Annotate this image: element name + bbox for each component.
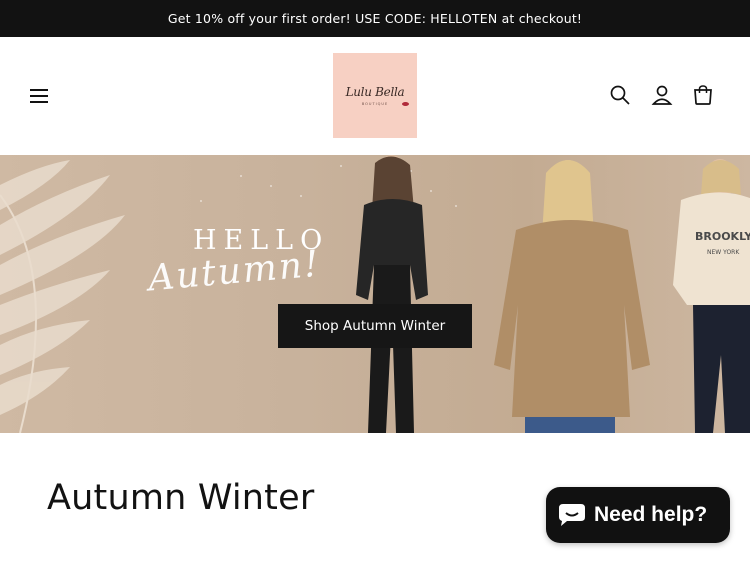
site-header: Lulu Bella BOUTIQUE — [0, 37, 750, 155]
cart-icon[interactable] — [692, 84, 714, 106]
model-black-outfit — [356, 155, 428, 433]
sweatshirt-text: BROOKLYN — [695, 230, 750, 243]
announcement-bar: Get 10% off your first order! USE CODE: … — [0, 0, 750, 37]
chat-bubble-icon — [558, 503, 586, 531]
site-logo[interactable]: Lulu Bella BOUTIQUE — [333, 53, 417, 138]
logo-subtitle: BOUTIQUE — [361, 102, 389, 106]
model-tan-top — [494, 160, 650, 433]
account-icon[interactable] — [651, 84, 673, 106]
search-icon[interactable] — [609, 84, 631, 106]
need-help-chat-button[interactable]: Need help? — [546, 487, 730, 543]
need-help-label: Need help? — [594, 503, 708, 526]
sweatshirt-subtext: NEW YORK — [707, 249, 740, 256]
hamburger-menu-icon[interactable] — [26, 83, 52, 109]
hero-script-text: Autumn! — [146, 243, 323, 300]
leaf-decoration — [0, 160, 125, 433]
shop-autumn-winter-button[interactable]: Shop Autumn Winter — [278, 304, 472, 348]
announcement-text: Get 10% off your first order! USE CODE: … — [167, 11, 583, 26]
hero-banner[interactable]: BROOKLYN NEW YORK HELLO Autumn! Shop Aut… — [0, 155, 750, 433]
lips-icon — [402, 102, 409, 106]
collection-title: Autumn Winter — [47, 478, 315, 518]
logo-script-text: Lulu Bella — [345, 85, 405, 99]
model-hoodie: BROOKLYN NEW YORK — [673, 159, 750, 433]
